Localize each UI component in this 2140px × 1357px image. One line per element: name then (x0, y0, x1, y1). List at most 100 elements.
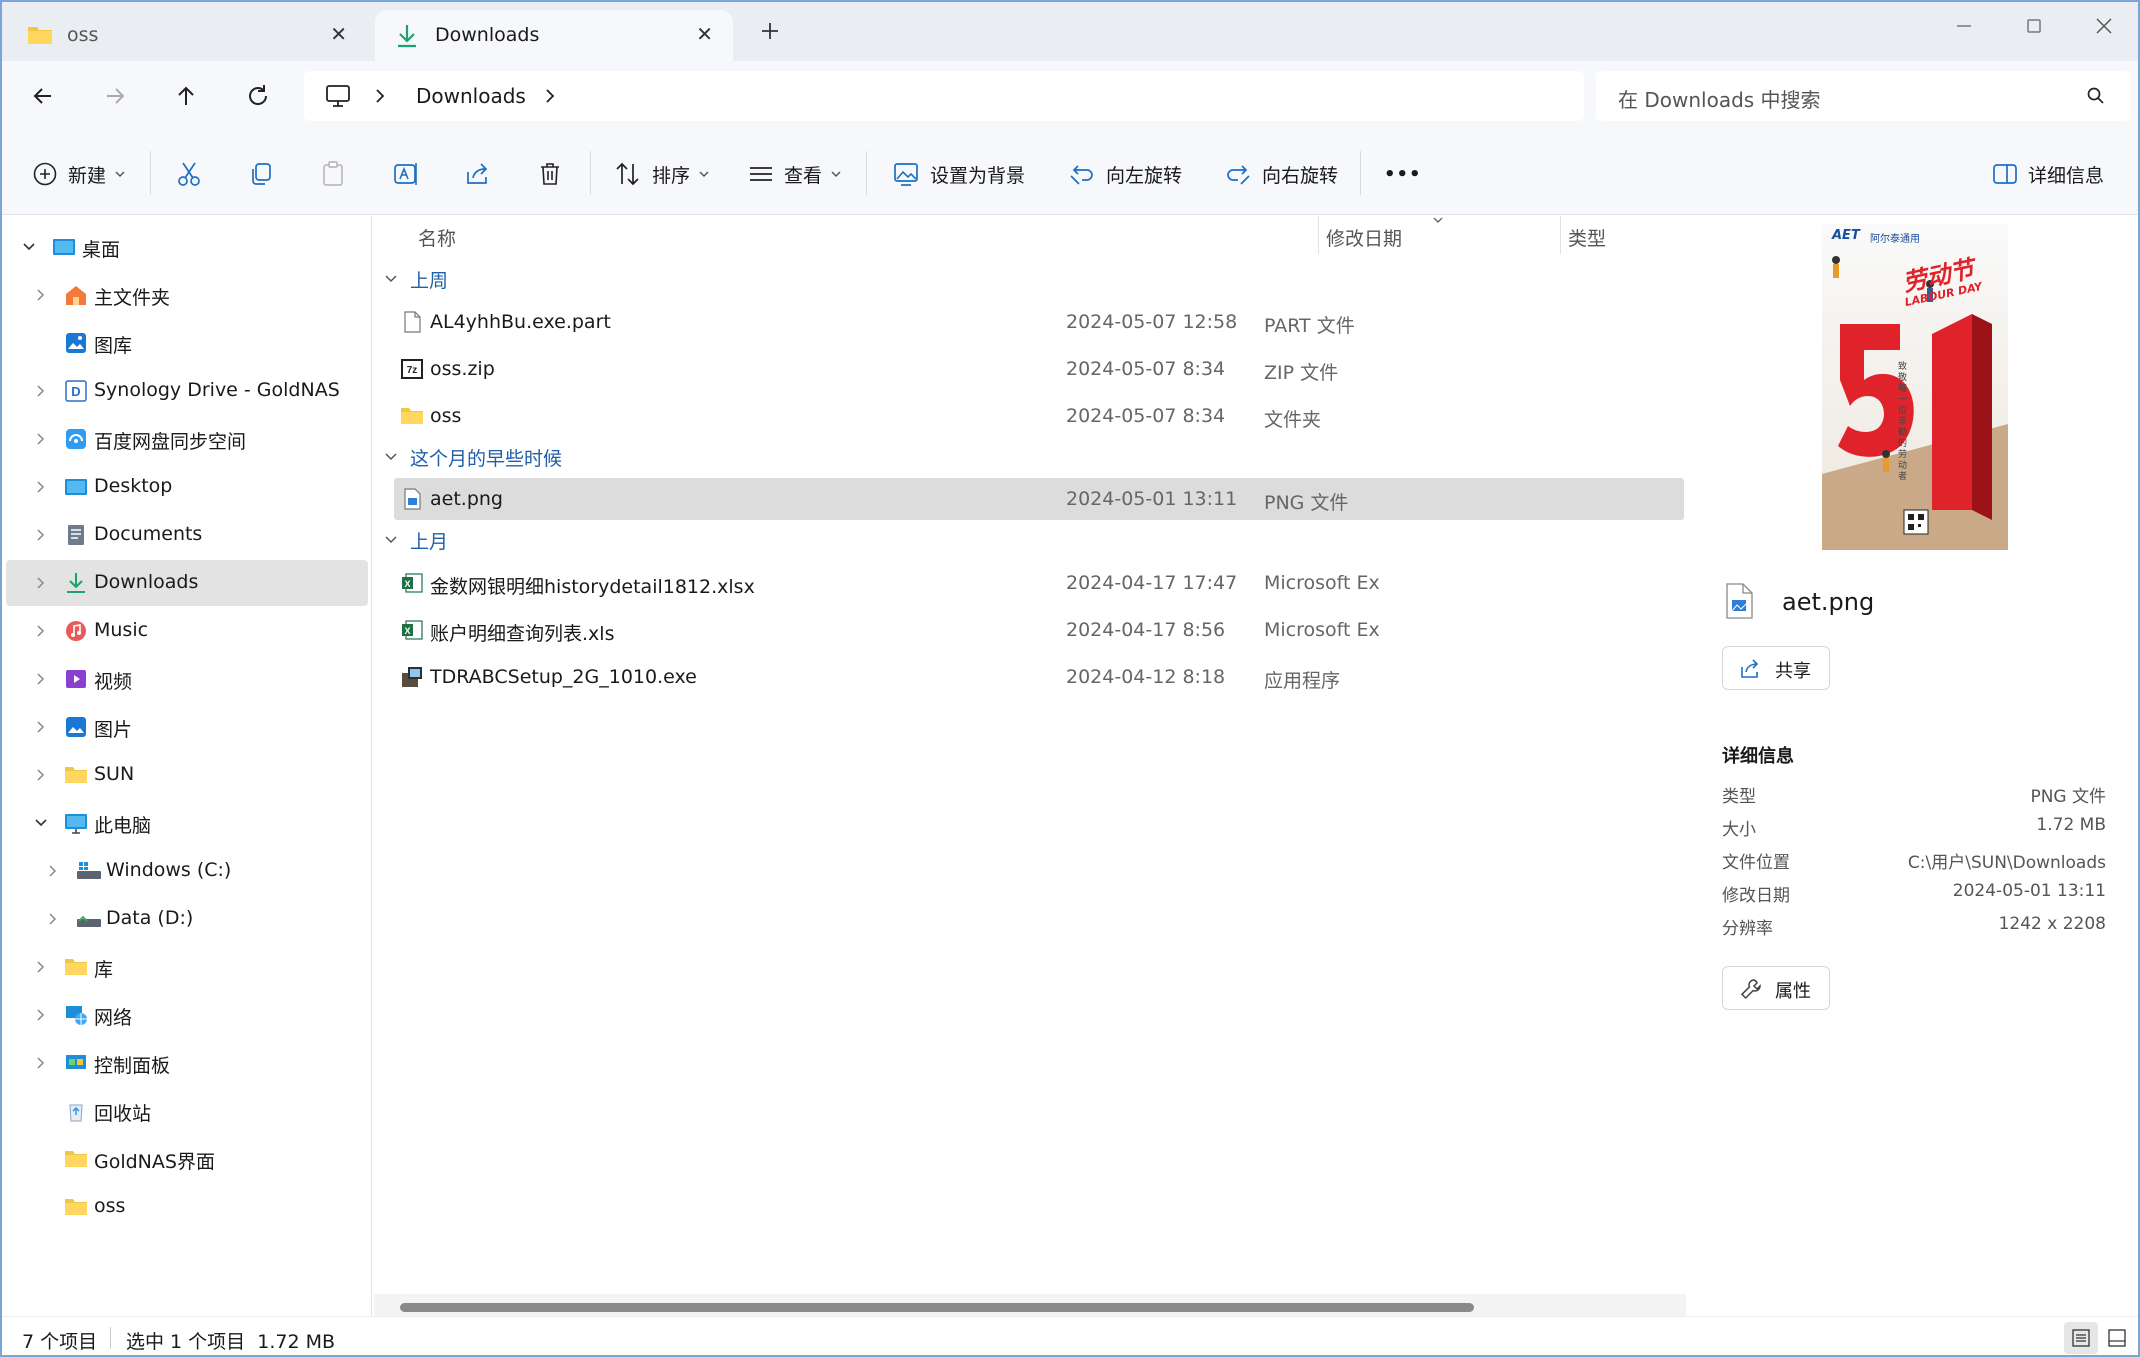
share-icon (464, 160, 492, 188)
tiles-view-button[interactable] (2100, 1322, 2134, 1354)
chevron-right-icon[interactable] (46, 912, 60, 926)
chevron-down-icon (384, 450, 398, 464)
file-row[interactable]: oss 2024-05-07 8:34 文件夹 (394, 395, 1684, 437)
sort-button[interactable]: 排序 (614, 159, 710, 189)
new-button[interactable]: 新建 (32, 159, 126, 189)
cut-button[interactable] (176, 159, 202, 189)
sidebar-item-gallery[interactable]: 图库 (6, 320, 368, 366)
file-row[interactable]: 7z oss.zip 2024-05-07 8:34 ZIP 文件 (394, 348, 1684, 390)
sidebar-item-music[interactable]: Music (6, 608, 368, 654)
chevron-down-icon[interactable] (22, 240, 36, 254)
chevron-right-icon[interactable] (34, 432, 48, 446)
sidebar-item-home[interactable]: 主文件夹 (6, 272, 368, 318)
chevron-right-icon[interactable] (34, 960, 48, 974)
sidebar-item-desktop-folder[interactable]: Desktop (6, 464, 368, 510)
close-icon[interactable]: ✕ (330, 22, 347, 46)
chevron-right-icon[interactable] (34, 720, 48, 734)
search-icon[interactable] (2086, 86, 2106, 106)
refresh-icon[interactable] (244, 82, 272, 110)
forward-arrow-icon[interactable] (101, 82, 129, 110)
set-background-button[interactable]: 设置为背景 (892, 159, 1025, 189)
sidebar-item-drive-c[interactable]: Windows (C:) (6, 848, 368, 894)
address-box[interactable]: Downloads (304, 71, 1584, 121)
sidebar-item-goldnas[interactable]: GoldNAS界面 (6, 1136, 368, 1182)
sidebar-item-recycle-bin[interactable]: 回收站 (6, 1088, 368, 1134)
column-header-name[interactable]: 名称 (418, 224, 456, 251)
file-row[interactable]: AL4yhhBu.exe.part 2024-05-07 12:58 PART … (394, 301, 1684, 343)
breadcrumb-downloads[interactable]: Downloads (416, 84, 526, 108)
group-header-last-month[interactable]: 上月 (384, 525, 448, 555)
column-divider[interactable] (1560, 216, 1561, 254)
maximize-icon[interactable] (2021, 13, 2047, 39)
sidebar-item-control-panel[interactable]: 控制面板 (6, 1040, 368, 1086)
window-close-icon[interactable] (2091, 13, 2117, 39)
sidebar-item-drive-d[interactable]: Data (D:) (6, 896, 368, 942)
close-icon[interactable]: ✕ (696, 22, 713, 46)
details-pane-button[interactable]: 详细信息 (1992, 159, 2104, 189)
prop-label: 修改日期 (1722, 886, 1790, 906)
share-button[interactable] (464, 159, 492, 189)
share-button[interactable]: 共享 (1722, 646, 1830, 690)
copy-button[interactable] (248, 159, 274, 189)
rotate-right-button[interactable]: 向右旋转 (1224, 159, 1338, 189)
chevron-right-icon[interactable] (46, 864, 60, 878)
search-input[interactable]: 在 Downloads 中搜索 (1596, 71, 2130, 121)
details-view-button[interactable] (2064, 1322, 2098, 1354)
column-header-type[interactable]: 类型 (1568, 224, 1606, 251)
chevron-right-icon[interactable] (34, 576, 48, 590)
installer-icon (400, 665, 424, 689)
chevron-right-icon[interactable] (374, 88, 386, 104)
chevron-right-icon[interactable] (34, 1056, 48, 1070)
chevron-down-icon[interactable] (34, 816, 48, 830)
file-row-selected[interactable]: aet.png 2024-05-01 13:11 PNG 文件 (394, 478, 1684, 520)
sidebar-item-pictures[interactable]: 图片 (6, 704, 368, 750)
properties-button[interactable]: 属性 (1722, 966, 1830, 1010)
sidebar-item-videos[interactable]: 视频 (6, 656, 368, 702)
column-divider[interactable] (1318, 216, 1319, 254)
preview-image: AET 阿尔泰通用 劳动节 LABOUR DAY 51 致敬每一位辛勤的劳动者 (1822, 224, 2008, 550)
view-button[interactable]: 查看 (748, 159, 842, 189)
back-arrow-icon[interactable] (29, 82, 57, 110)
tab-downloads[interactable]: Downloads ✕ (375, 10, 733, 62)
up-arrow-icon[interactable] (172, 82, 200, 110)
minimize-icon[interactable] (1951, 13, 1977, 39)
chevron-right-icon[interactable] (34, 288, 48, 302)
sidebar-item-oss[interactable]: oss (6, 1184, 368, 1230)
chevron-right-icon[interactable] (34, 384, 48, 398)
chevron-right-icon[interactable] (34, 528, 48, 542)
file-row[interactable]: X 金数网银明细historydetail1812.xlsx 2024-04-1… (394, 562, 1684, 604)
sidebar-item-documents[interactable]: Documents (6, 512, 368, 558)
paste-button[interactable] (320, 159, 346, 189)
column-header-date[interactable]: 修改日期 (1326, 224, 1402, 251)
sidebar-item-sun[interactable]: SUN (6, 752, 368, 798)
sidebar-item-downloads[interactable]: Downloads (6, 560, 368, 606)
more-options-button[interactable]: ••• (1384, 159, 1422, 189)
sidebar-item-desktop[interactable]: 桌面 (6, 224, 368, 270)
sidebar-item-baidu[interactable]: 百度网盘同步空间 (6, 416, 368, 462)
group-header-last-week[interactable]: 上周 (384, 264, 448, 294)
horizontal-scrollbar[interactable] (374, 1294, 1686, 1316)
chevron-right-icon[interactable] (34, 1008, 48, 1022)
group-header-earlier-this-month[interactable]: 这个月的早些时候 (384, 442, 562, 472)
chevron-right-icon[interactable] (544, 88, 556, 104)
file-row[interactable]: X 账户明细查询列表.xls 2024-04-17 8:56 Microsoft… (394, 609, 1684, 651)
rename-button[interactable] (392, 159, 420, 189)
chevron-right-icon[interactable] (34, 672, 48, 686)
rotate-left-button[interactable]: 向左旋转 (1068, 159, 1182, 189)
new-tab-icon[interactable] (758, 19, 782, 43)
sidebar-item-network[interactable]: 网络 (6, 992, 368, 1038)
file-row[interactable]: TDRABCSetup_2G_1010.exe 2024-04-12 8:18 … (394, 656, 1684, 698)
chevron-right-icon[interactable] (34, 768, 48, 782)
tab-oss[interactable]: oss ✕ (7, 10, 367, 62)
more-icon: ••• (1384, 163, 1422, 185)
chevron-right-icon[interactable] (34, 480, 48, 494)
sidebar-item-this-pc[interactable]: 此电脑 (6, 800, 368, 846)
scrollbar-thumb[interactable] (400, 1303, 1474, 1312)
trash-icon (536, 160, 564, 188)
sidebar-item-libraries[interactable]: 库 (6, 944, 368, 990)
delete-button[interactable] (536, 159, 564, 189)
chevron-right-icon[interactable] (34, 624, 48, 638)
blank-file-icon (400, 310, 424, 334)
folder-icon (64, 1147, 88, 1171)
sidebar-item-synology-drive[interactable]: D Synology Drive - GoldNAS (6, 368, 368, 414)
